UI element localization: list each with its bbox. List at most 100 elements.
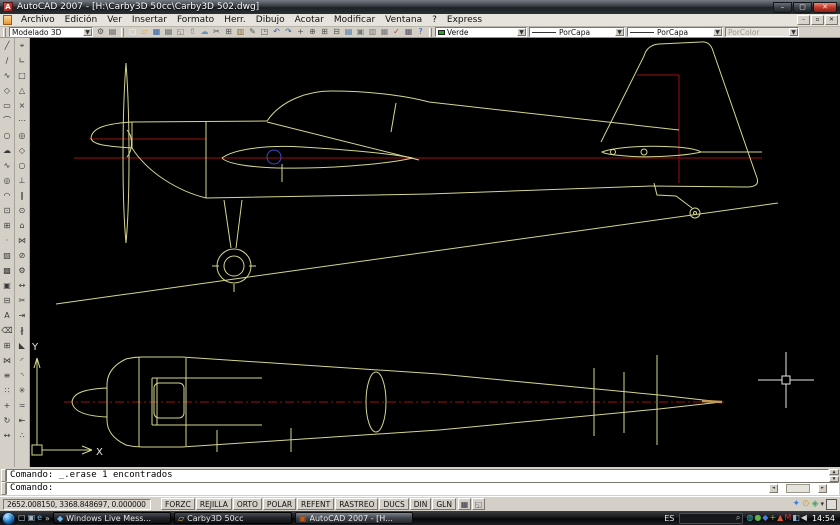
move-icon[interactable]: +	[1, 398, 14, 413]
menu-item[interactable]: Formato	[172, 14, 219, 27]
designcenter-icon[interactable]: ▣	[355, 27, 366, 37]
maximize-viewport-icon[interactable]: ◱	[471, 498, 485, 510]
menu-item[interactable]: Dibujo	[251, 14, 290, 27]
task-carby3d-folder[interactable]: ▱ Carby3D 50cc	[173, 512, 292, 524]
snap-insertion-icon[interactable]: ⌂	[16, 218, 29, 233]
open-icon[interactable]: ▱	[139, 27, 150, 37]
task-autocad[interactable]: ▣ AutoCAD 2007 - [H...	[294, 512, 413, 524]
command-history[interactable]: Comando: _.erase 1 encontrados	[6, 469, 829, 482]
maximize-button[interactable]: ▢	[793, 1, 812, 13]
menu-item[interactable]: Edición	[60, 14, 103, 27]
mirror-icon[interactable]: ⋈	[1, 353, 14, 368]
construction-line-icon[interactable]: ∕	[1, 53, 14, 68]
tray-menu-caret-icon[interactable]: ▾	[820, 500, 824, 508]
region-icon[interactable]: ▣	[1, 278, 14, 293]
menu-item[interactable]: Ver	[102, 14, 127, 27]
3d-dwf-icon[interactable]: ☁	[199, 27, 210, 37]
rotate-icon[interactable]: ↻	[1, 413, 14, 428]
task-windows-live-messenger[interactable]: ◆ Windows Live Mess...	[52, 512, 171, 524]
language-indicator[interactable]: ES	[662, 514, 676, 523]
insert-block-icon[interactable]: ⊡	[1, 203, 14, 218]
chevron-down-icon[interactable]: ▼	[83, 28, 92, 36]
menu-item[interactable]: Archivo	[16, 14, 60, 27]
scroll-up-icon[interactable]: ▲	[829, 469, 839, 475]
search-deskbar[interactable]: ⌕	[679, 512, 744, 524]
tray-icon-shield[interactable]: +	[769, 512, 776, 524]
coordinates-readout[interactable]: 2652.008150, 3368.848697, 0.000000	[3, 498, 151, 510]
paste-icon[interactable]: ▥	[235, 27, 246, 37]
toolbar-lock-icon[interactable]: ⊙	[802, 498, 810, 510]
save-icon[interactable]: ▦	[151, 27, 162, 37]
workspace-combo[interactable]: Modelado 3D ▼	[9, 27, 93, 37]
snap-parallel-icon[interactable]: ∥	[16, 188, 29, 203]
spline-icon[interactable]: ∿	[1, 158, 14, 173]
toolbar-grip[interactable]	[429, 27, 432, 37]
status-toggle[interactable]: DIN	[409, 498, 432, 510]
zoom-realtime-icon[interactable]: ⊕	[307, 27, 318, 37]
drawing-canvas[interactable]: Y X	[30, 38, 840, 467]
break-icon[interactable]: ◣	[16, 338, 29, 353]
snap-tangent-icon[interactable]: ○	[16, 158, 29, 173]
osnap-settings-icon[interactable]: ⚙	[16, 263, 29, 278]
ellipse-arc-icon[interactable]: ◠	[1, 188, 14, 203]
chamfer-icon[interactable]: ◜	[16, 353, 29, 368]
break-point-icon[interactable]: ∦	[16, 323, 29, 338]
properties-icon[interactable]: ▤	[343, 27, 354, 37]
tray-icon-antivirus[interactable]: M	[784, 512, 791, 524]
copy-icon[interactable]: ⊞	[223, 27, 234, 37]
snap-center-icon[interactable]: ◎	[16, 128, 29, 143]
block-editor-icon[interactable]: ◳	[259, 27, 270, 37]
table-icon[interactable]: ⊟	[1, 293, 14, 308]
status-toggle[interactable]: FORZC	[161, 498, 195, 510]
menu-item[interactable]: Insertar	[127, 14, 172, 27]
copy-object-icon[interactable]: ⊞	[1, 338, 14, 353]
color-combo[interactable]: Verde ▼	[435, 27, 527, 37]
menu-item[interactable]: Express	[442, 14, 487, 27]
trim-icon[interactable]: ✂	[16, 293, 29, 308]
tray-icon-warning[interactable]: ▲	[777, 512, 783, 524]
workspace-settings-icon[interactable]: ⚙	[95, 27, 106, 37]
chevron-down-icon[interactable]: ▼	[713, 28, 722, 36]
close-button[interactable]: ✕	[813, 1, 837, 13]
menu-item[interactable]: Modificar	[329, 14, 380, 27]
undo-icon[interactable]: ↶	[271, 27, 282, 37]
drawing-document-icon[interactable]	[3, 15, 12, 25]
lengthen-icon[interactable]: ⇤	[16, 413, 29, 428]
status-toggle[interactable]: REJILLA	[195, 498, 232, 510]
command-input[interactable]: Comando:	[6, 482, 839, 495]
explode-icon[interactable]: ✳	[16, 383, 29, 398]
start-button[interactable]	[2, 511, 15, 525]
markup-icon[interactable]: ✓	[391, 27, 402, 37]
join-icon[interactable]: ≍	[16, 398, 29, 413]
command-hscrollbar[interactable]: ◄ ►	[769, 484, 827, 493]
status-toggle[interactable]: REFENT	[297, 498, 335, 510]
polygon-icon[interactable]: ◇	[1, 83, 14, 98]
status-toggle[interactable]: GLN	[432, 498, 456, 510]
zoom-previous-icon[interactable]: ⊟	[331, 27, 342, 37]
match-properties-icon[interactable]: ✎	[247, 27, 258, 37]
linetype-combo[interactable]: PorCapa ▼	[529, 27, 625, 37]
arc-icon[interactable]: ⌒	[1, 113, 14, 128]
snap-quadrant-icon[interactable]: ◇	[16, 143, 29, 158]
zoom-window-icon[interactable]: ⊞	[319, 27, 330, 37]
status-toggle[interactable]: ORTO	[232, 498, 262, 510]
child-close-button[interactable]: ✕	[825, 15, 838, 25]
polyline-icon[interactable]: ∿	[1, 68, 14, 83]
quickcalc-icon[interactable]: ▦	[403, 27, 414, 37]
model-paper-toggle-icon[interactable]: ▦	[457, 498, 471, 510]
plot-icon[interactable]: ▤	[163, 27, 174, 37]
publish-icon[interactable]: ⇧	[187, 27, 198, 37]
scale-icon[interactable]: ↔	[1, 428, 14, 443]
menu-item[interactable]: Ventana	[380, 14, 427, 27]
help-icon[interactable]: ?	[415, 27, 426, 37]
search-icon[interactable]: ⌕	[736, 513, 740, 523]
menu-item[interactable]: Herr.	[219, 14, 251, 27]
tray-icon-update[interactable]: ●	[754, 512, 761, 524]
mtext-icon[interactable]: A	[1, 308, 14, 323]
sheet-set-manager-icon[interactable]: ▦	[379, 27, 390, 37]
tray-icon-chat[interactable]: ◍	[746, 512, 753, 524]
toolbar-grip[interactable]	[3, 27, 6, 37]
workspace-save-icon[interactable]: ▤	[107, 27, 118, 37]
temporary-track-icon[interactable]: ⌖	[16, 38, 29, 53]
status-toggle[interactable]: POLAR	[262, 498, 297, 510]
